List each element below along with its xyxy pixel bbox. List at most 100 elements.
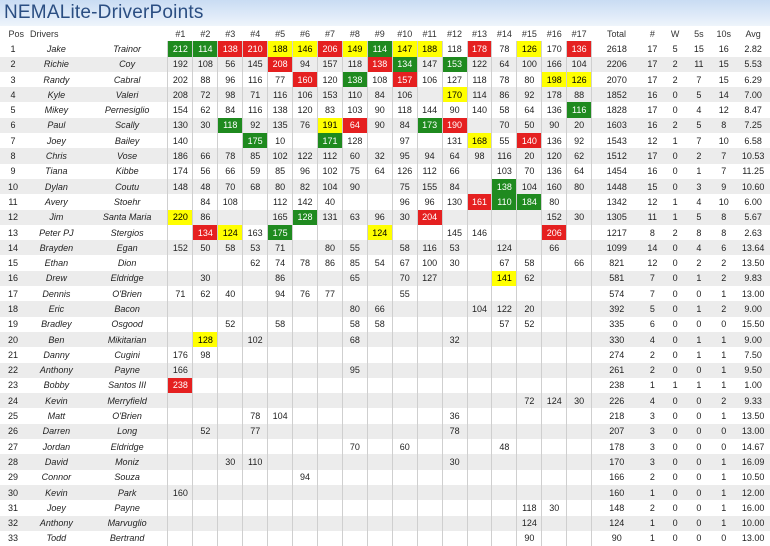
- wins-cell: 0: [663, 515, 687, 531]
- total-cell: 2618: [591, 41, 642, 57]
- title-bar: NEMALite-DriverPoints: [0, 0, 770, 26]
- race-points-cell: [441, 393, 468, 409]
- race-points-cell: 62: [192, 286, 218, 302]
- race-points-cell: [441, 377, 468, 394]
- race-points-cell: [167, 439, 193, 455]
- race-points-cell: 96: [391, 194, 418, 210]
- wins-cell: 0: [672, 349, 678, 360]
- top5-cell: 2: [686, 148, 711, 164]
- race-points-cell: [466, 255, 492, 271]
- first-name-cell: Jordan: [42, 441, 71, 452]
- total-cell: 160: [591, 484, 642, 501]
- race-points-cell: 90: [366, 102, 393, 118]
- race-points-cell: 50: [192, 240, 218, 256]
- race-points-cell: [217, 393, 243, 409]
- race-points-cell: [267, 423, 293, 440]
- wins-cell: 0: [663, 362, 687, 378]
- position-cell: 7: [10, 135, 16, 146]
- race-points-cell: 118: [391, 102, 418, 118]
- race-points-cell: 174: [167, 163, 193, 179]
- race-points-cell: 153: [441, 56, 468, 72]
- race-points-cell: [242, 393, 268, 409]
- race-points-cell: [217, 408, 243, 424]
- race-points-cell: [466, 270, 492, 287]
- race-points-cell: 71: [167, 286, 193, 302]
- race-points-cell: [416, 224, 443, 241]
- race-points-cell: [491, 286, 517, 302]
- table-row: 10 Dylan Coutu 148 48 70 68 80 82 104 90 75 155 84 138…: [0, 178, 770, 195]
- top10-cell: 2: [710, 393, 737, 409]
- header-blank: [87, 26, 168, 41]
- table-row: 12 Jim Santa Maria 220 86 165 128 131 63 96 30 204 1…: [0, 209, 770, 225]
- race-points-cell: [416, 423, 443, 440]
- race-points-cell: [217, 347, 243, 363]
- race-points-cell: [317, 530, 343, 546]
- race-points-cell: [416, 87, 443, 103]
- race-points-cell: 60: [341, 148, 368, 164]
- race-points-cell: [566, 331, 592, 348]
- top10-cell: 1: [721, 502, 727, 513]
- race-points-cell: [491, 423, 517, 440]
- race-points-cell: [416, 331, 443, 348]
- race-points-cell: 70: [516, 163, 542, 179]
- race-points-cell: 114: [466, 87, 492, 103]
- race-points-cell: [267, 454, 293, 470]
- top5-cell: 0: [696, 411, 702, 422]
- table-row: 3 Randy Cabral 202 88 96 116 77 160 120 138 108 157 1…: [0, 71, 770, 88]
- race-points-cell: [267, 500, 293, 516]
- average-cell: 9.33: [736, 393, 770, 409]
- race-points-cell: [541, 286, 567, 302]
- race-points-cell: 208: [167, 87, 193, 103]
- race-points-cell: [441, 500, 468, 516]
- top10-cell: 1: [710, 484, 737, 501]
- first-name-cell: Drew: [26, 270, 87, 287]
- top5-cell: 3: [686, 178, 711, 195]
- position-cell: 26: [0, 423, 26, 440]
- race-points-cell: 110: [341, 87, 368, 103]
- race-points-cell: 83: [317, 102, 343, 118]
- race-points-cell: 131: [441, 133, 468, 149]
- race-points-cell: 114: [366, 41, 393, 57]
- first-name-cell: Ethan: [44, 258, 69, 269]
- race-points-cell: 85: [267, 163, 293, 179]
- race-points-cell: 110: [491, 194, 517, 210]
- average-cell: 13.00: [736, 423, 770, 440]
- race-points-cell: 54: [366, 255, 393, 271]
- race-points-cell: [317, 454, 343, 470]
- race-points-cell: 64: [491, 56, 517, 72]
- race-points-cell: [192, 301, 218, 317]
- position-cell: 22: [0, 362, 26, 378]
- race-points-cell: 67: [391, 255, 418, 271]
- race-points-cell: 98: [217, 87, 243, 103]
- race-points-cell: [466, 377, 492, 394]
- race-points-cell: [242, 439, 268, 455]
- race-points-cell: [566, 316, 592, 332]
- average-cell: 10.60: [736, 178, 770, 195]
- top5-cell: 11: [686, 56, 711, 72]
- header-drivers: Drivers: [30, 28, 59, 39]
- total-cell: 1217: [591, 224, 642, 241]
- race-points-cell: 78: [491, 41, 517, 57]
- race-points-cell: [466, 423, 492, 440]
- first-name-cell: Randy: [43, 74, 70, 85]
- race-points-cell: 86: [491, 87, 517, 103]
- last-name-cell: Dion: [117, 258, 137, 269]
- header-total: Total: [607, 28, 627, 39]
- average-cell: 10.53: [736, 148, 770, 164]
- race-points-cell: 118: [217, 117, 243, 134]
- race-points-cell: [167, 301, 193, 317]
- wins-cell: 0: [663, 301, 687, 317]
- race-points-cell: 90: [516, 530, 542, 546]
- first-name-cell: Danny: [43, 349, 70, 360]
- table-row: 16 Drew Eldridge 30 86 65 70 127 141 62 581 7 0 1 2 9.8…: [0, 270, 770, 287]
- header-race-10: #10: [397, 28, 413, 39]
- race-points-cell: [366, 500, 393, 516]
- top10-cell: 9: [710, 178, 737, 195]
- race-points-cell: 212: [167, 41, 193, 57]
- average-cell: 11.25: [742, 166, 765, 177]
- race-points-cell: [341, 393, 368, 409]
- position-cell: 25: [7, 411, 18, 422]
- race-points-cell: 77: [317, 286, 343, 302]
- race-points-cell: 188: [416, 41, 443, 57]
- average-cell: 10.00: [736, 515, 770, 531]
